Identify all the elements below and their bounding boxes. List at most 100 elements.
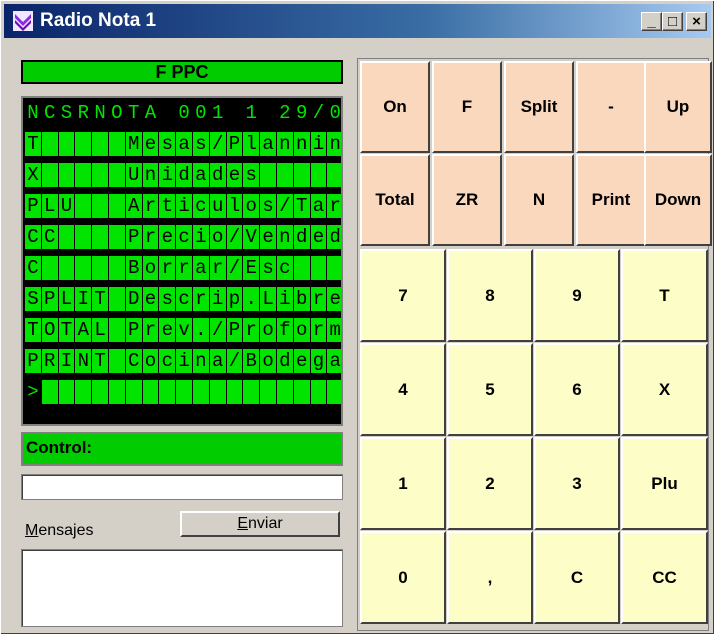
lcd-char xyxy=(293,256,310,280)
control-input[interactable] xyxy=(21,474,343,500)
key-9[interactable]: 9 xyxy=(534,249,620,342)
lcd-char: i xyxy=(176,194,192,218)
key-1[interactable]: 1 xyxy=(360,437,446,530)
lcd-char: d xyxy=(209,163,226,187)
lcd-char xyxy=(260,380,276,404)
key-5[interactable]: 5 xyxy=(447,343,533,436)
key-6[interactable]: 6 xyxy=(534,343,620,436)
lcd-char: R xyxy=(75,101,92,125)
key-plu[interactable]: Plu xyxy=(621,437,708,530)
lcd-char: N xyxy=(75,349,92,373)
app-window: Radio Nota 1 _ □ × F PPC NCSRNOTA 001 1 … xyxy=(0,0,715,635)
key-n[interactable]: N xyxy=(504,154,574,246)
lcd-char xyxy=(58,380,75,404)
key-t[interactable]: T xyxy=(621,249,708,342)
lcd-char: 1 xyxy=(243,101,260,125)
key-3[interactable]: 3 xyxy=(534,437,620,530)
lcd-char: 0 xyxy=(327,101,341,125)
messages-textarea[interactable] xyxy=(21,549,343,627)
lcd-char xyxy=(176,380,192,404)
lcd-char: r xyxy=(142,318,159,342)
lcd-char: b xyxy=(293,287,310,311)
key-minus[interactable]: - xyxy=(576,61,646,153)
lcd-char: r xyxy=(327,194,341,218)
lcd-char: o xyxy=(260,318,276,342)
lcd-row: PLU Articulos/Tar. xyxy=(25,194,341,220)
lcd-char: e xyxy=(293,349,310,373)
lcd-char xyxy=(58,256,75,280)
lcd-char: d xyxy=(276,349,293,373)
lcd-char xyxy=(75,225,92,249)
send-button-label: Enviar xyxy=(237,515,283,532)
lcd-char: e xyxy=(327,287,341,311)
app-logo-icon xyxy=(13,11,33,31)
lcd-char xyxy=(41,380,58,404)
lcd-char xyxy=(293,163,310,187)
key-2[interactable]: 2 xyxy=(447,437,533,530)
close-button[interactable]: × xyxy=(686,12,707,31)
maximize-icon: □ xyxy=(667,13,678,30)
lcd-char: a xyxy=(209,349,226,373)
lcd-char xyxy=(75,132,92,156)
lcd-char: s xyxy=(260,256,276,280)
send-button[interactable]: Enviar xyxy=(180,511,340,537)
lcd-char: / xyxy=(226,349,243,373)
lcd-char: i xyxy=(159,163,176,187)
lcd-char: > xyxy=(25,380,41,404)
lcd-char: 1 xyxy=(209,101,226,125)
lcd-char: 2 xyxy=(276,101,293,125)
lcd-char: m xyxy=(327,318,341,342)
key-x[interactable]: X xyxy=(621,343,708,436)
minimize-icon: _ xyxy=(647,13,656,30)
lcd-char: / xyxy=(310,101,327,125)
key-c[interactable]: C xyxy=(534,531,620,624)
lcd-char: 9 xyxy=(293,101,310,125)
lcd-char xyxy=(92,194,108,218)
key-up[interactable]: Up xyxy=(644,61,712,153)
lcd-char: 0 xyxy=(176,101,192,125)
key-7[interactable]: 7 xyxy=(360,249,446,342)
key-total[interactable]: Total xyxy=(360,154,430,246)
lcd-char: c xyxy=(159,349,176,373)
lcd-char xyxy=(108,194,125,218)
lcd-char xyxy=(310,256,327,280)
lcd-char xyxy=(327,256,341,280)
key-zr[interactable]: ZR xyxy=(432,154,502,246)
key-cc[interactable]: CC xyxy=(621,531,708,624)
maximize-button[interactable]: □ xyxy=(662,12,683,31)
key-0[interactable]: 0 xyxy=(360,531,446,624)
key-print[interactable]: Print xyxy=(576,154,646,246)
lcd-char xyxy=(108,225,125,249)
lcd-char: n xyxy=(293,132,310,156)
key-split[interactable]: Split xyxy=(504,61,574,153)
lcd-char: g xyxy=(310,349,327,373)
lcd-char: r xyxy=(192,287,209,311)
lcd-char: d xyxy=(327,225,341,249)
key-4[interactable]: 4 xyxy=(360,343,446,436)
lcd-char: a xyxy=(260,132,276,156)
lcd-char: . xyxy=(192,318,209,342)
title-bar[interactable]: Radio Nota 1 _ □ × xyxy=(4,4,711,38)
lcd-display: NCSRNOTA 001 1 29/04T Mesas/PlanningX Un… xyxy=(21,96,343,426)
lcd-char xyxy=(75,256,92,280)
key-down[interactable]: Down xyxy=(644,154,712,246)
lcd-char: s xyxy=(192,132,209,156)
lcd-char xyxy=(243,380,260,404)
lcd-char: N xyxy=(92,101,108,125)
lcd-char xyxy=(226,380,243,404)
lcd-char xyxy=(41,163,58,187)
minimize-button[interactable]: _ xyxy=(641,12,662,31)
left-panel: F PPC NCSRNOTA 001 1 29/04T Mesas/Planni… xyxy=(15,56,349,631)
lcd-char: / xyxy=(209,132,226,156)
lcd-char: v xyxy=(176,318,192,342)
lcd-char: P xyxy=(125,225,142,249)
key-8[interactable]: 8 xyxy=(447,249,533,342)
key-on[interactable]: On xyxy=(360,61,430,153)
lcd-char: E xyxy=(243,256,260,280)
key-comma[interactable]: , xyxy=(447,531,533,624)
lcd-char xyxy=(310,380,327,404)
key-f[interactable]: F xyxy=(432,61,502,153)
lcd-char xyxy=(108,256,125,280)
lcd-char: i xyxy=(276,287,293,311)
messages-label: Mensajes xyxy=(25,522,93,540)
